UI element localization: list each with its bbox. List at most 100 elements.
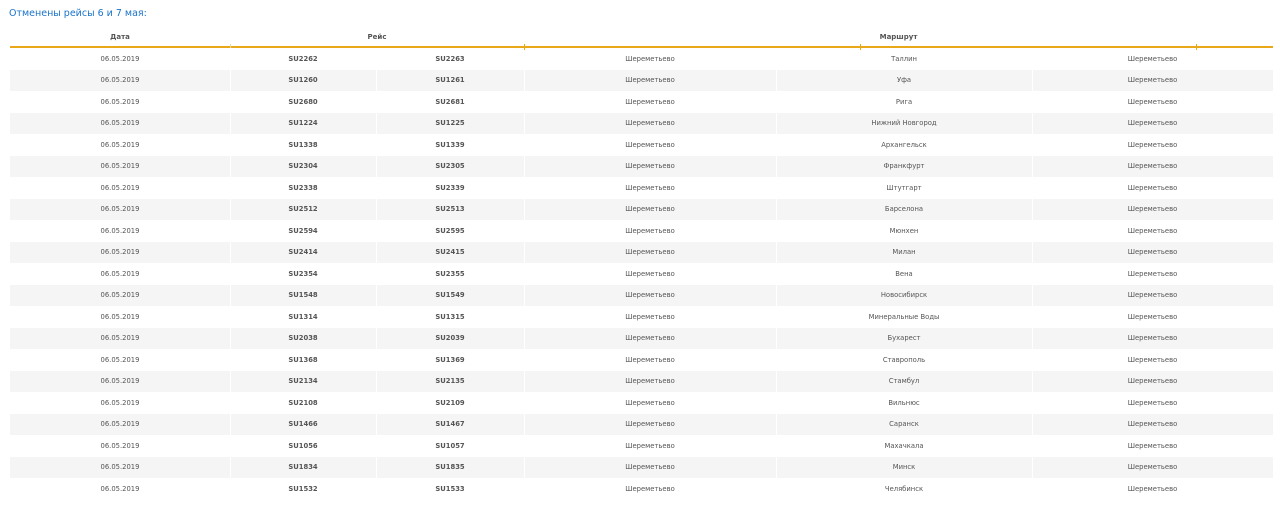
cell-flight-out: SU1314 [288,312,318,321]
column-separator [776,155,777,177]
cell-arrival: Шереметьево [1127,54,1178,63]
cell-date: 06.05.2019 [100,119,140,128]
column-separator [230,456,231,478]
cell-flight-back: SU2305 [435,162,465,171]
cell-departure: Шереметьево [625,248,675,257]
cell-city: Мюнхен [889,226,919,235]
cell-date: 06.05.2019 [100,162,140,171]
cancelled-flights-table: Дата Рейс Маршрут 06.05.2019 SU2262 SU2263… [10,30,1273,500]
column-separator [1032,198,1033,220]
column-separator [230,69,231,91]
column-separator [230,370,231,392]
cell-flight-back: SU1533 [435,484,465,493]
cell-arrival: Шереметьево [1127,162,1178,171]
cell-date: 06.05.2019 [100,441,140,450]
cell-date: 06.05.2019 [100,420,140,429]
cell-departure: Шереметьево [625,312,675,321]
cell-departure: Шереметьево [625,398,675,407]
table-row: 06.05.2019 SU2512 SU2513 Шереметьево Барсело… [10,198,1273,220]
column-separator [230,155,231,177]
column-separator [524,370,525,392]
cell-city: Штутгарт [886,183,922,192]
table-row: 06.05.2019 SU1834 SU1835 Шереметьево Минск Ше… [10,456,1273,478]
cell-date: 06.05.2019 [100,334,140,343]
cell-departure: Шереметьево [625,140,675,149]
cell-flight-back: SU1225 [435,119,465,128]
cell-flight-out: SU1466 [288,420,318,429]
cell-flight-back: SU1339 [435,140,465,149]
cell-departure: Шереметьево [625,226,675,235]
cell-flight-back: SU1261 [435,76,465,85]
column-separator [776,112,777,134]
header-flight[interactable]: Рейс [230,33,524,41]
cell-departure: Шереметьево [625,420,675,429]
cell-departure: Шереметьево [625,441,675,450]
cell-arrival: Шереметьево [1127,248,1178,257]
cell-date: 06.05.2019 [100,484,140,493]
cell-flight-back: SU2595 [435,226,465,235]
cell-city: Барселона [884,205,924,214]
column-separator [524,112,525,134]
cell-date: 06.05.2019 [100,291,140,300]
table-row: 06.05.2019 SU1368 SU1369 Шереметьево Ставроп… [10,349,1273,371]
table-row: 06.05.2019 SU1260 SU1261 Шереметьево Уфа Шере… [10,69,1273,91]
cell-flight-out: SU1056 [288,441,318,450]
column-separator [230,112,231,134]
header-route[interactable]: Маршрут [524,33,1273,41]
cell-arrival: Шереметьево [1127,463,1178,472]
cell-city: Новосибирск [880,291,928,300]
column-separator [376,413,377,435]
cell-date: 06.05.2019 [100,398,140,407]
table-row: 06.05.2019 SU2304 SU2305 Шереметьево Франкфу… [10,155,1273,177]
column-separator [1032,370,1033,392]
table-row: 06.05.2019 SU2338 SU2339 Шереметьево Штутгар… [10,177,1273,199]
cell-city: Челябинск [884,484,924,493]
cell-date: 06.05.2019 [100,205,140,214]
table-row: 06.05.2019 SU2354 SU2355 Шереметьево Вена Шер… [10,263,1273,285]
table-row: 06.05.2019 SU2108 SU2109 Шереметьево Вильнюс… [10,392,1273,414]
cell-arrival: Шереметьево [1127,312,1178,321]
column-separator [376,284,377,306]
table-row: 06.05.2019 SU2262 SU2263 Шереметьево Таллин Ш… [10,48,1273,70]
cell-flight-back: SU2135 [435,377,465,386]
cell-flight-out: SU2338 [288,183,318,192]
cell-date: 06.05.2019 [100,312,140,321]
cell-departure: Шереметьево [625,162,675,171]
column-separator [230,284,231,306]
cell-flight-out: SU2108 [288,398,318,407]
column-separator [230,198,231,220]
table-row: 06.05.2019 SU2594 SU2595 Шереметьево Мюнхен Ш… [10,220,1273,242]
cell-arrival: Шереметьево [1127,398,1178,407]
cell-city: Стамбул [888,377,920,386]
cell-departure: Шереметьево [625,377,675,386]
cell-departure: Шереметьево [625,54,675,63]
column-separator [1032,155,1033,177]
column-separator [776,69,777,91]
header-date[interactable]: Дата [10,33,230,41]
cell-date: 06.05.2019 [100,97,140,106]
cell-flight-out: SU2594 [288,226,318,235]
table-row: 06.05.2019 SU1466 SU1467 Шереметьево Саранск… [10,413,1273,435]
cell-flight-out: SU1368 [288,355,318,364]
cell-flight-out: SU2304 [288,162,318,171]
cell-flight-back: SU2109 [435,398,465,407]
cell-departure: Шереметьево [625,334,675,343]
cell-arrival: Шереметьево [1127,183,1178,192]
page-caption: Отменены рейсы 6 и 7 мая: [9,8,147,19]
cell-city: Франкфурт [883,162,925,171]
cell-flight-out: SU2414 [288,248,318,257]
cell-city: Минск [892,463,916,472]
column-separator [376,327,377,349]
table-row: 06.05.2019 SU2680 SU2681 Шереметьево Рига Шер… [10,91,1273,113]
cell-departure: Шереметьево [625,355,675,364]
cell-flight-back: SU2415 [435,248,465,257]
table-header: Дата Рейс Маршрут [10,30,1273,50]
cell-flight-back: SU2681 [435,97,465,106]
table-row: 06.05.2019 SU1548 SU1549 Шереметьево Новосиб… [10,284,1273,306]
column-separator [776,241,777,263]
cell-flight-out: SU1548 [288,291,318,300]
cell-departure: Шереметьево [625,463,675,472]
column-separator [376,370,377,392]
cell-flight-out: SU2038 [288,334,318,343]
cell-date: 06.05.2019 [100,76,140,85]
